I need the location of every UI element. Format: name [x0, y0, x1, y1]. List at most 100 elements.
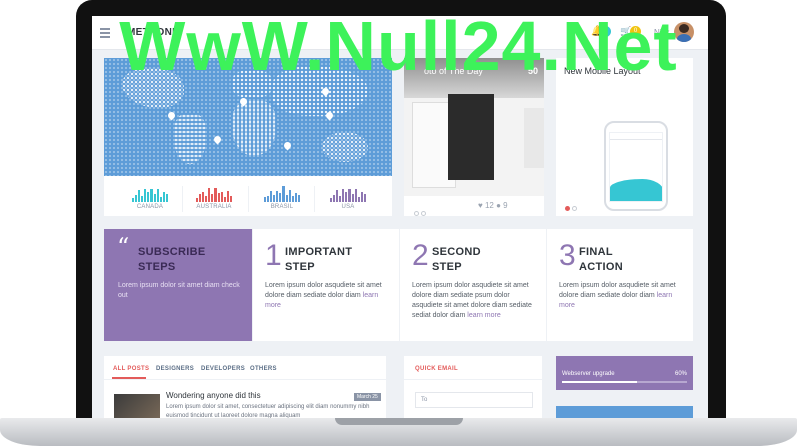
step-text: Lorem ipsum dolor asqudiete sit amet dol… — [412, 281, 538, 321]
sparkline-bar — [141, 196, 144, 202]
sparkline-bar — [135, 194, 138, 202]
sparkline-bar — [285, 194, 288, 202]
email-to-field[interactable]: To — [415, 392, 533, 408]
quote-icon: “ — [117, 233, 130, 261]
step-text: Lorem ipsum dolor asqudiete sit amet dol… — [265, 281, 391, 311]
sparkline — [264, 186, 300, 202]
sparkline-bar — [270, 191, 273, 202]
map-pin-icon[interactable] — [282, 140, 293, 151]
map-pin-icon[interactable] — [212, 134, 223, 145]
app-logo[interactable]: METRONIC — [127, 27, 183, 38]
avatar[interactable] — [674, 22, 694, 42]
map-pin-icon[interactable] — [166, 110, 177, 121]
sparkline-bar — [202, 192, 205, 202]
upgrade-percent: 60% — [674, 371, 687, 377]
region-stat-brasil: BRASIL — [258, 186, 306, 216]
step-number: 3 — [559, 239, 576, 272]
sparkline-bar — [217, 193, 220, 202]
dashboard-screen: METRONIC 🔔 7 🛒 0 Nick CANADA AUSTRALIA B… — [92, 16, 708, 418]
mini-chart — [610, 179, 662, 201]
tab-all-posts[interactable]: ALL POSTS — [113, 366, 149, 372]
subscribe-title-line2: STEPS — [138, 261, 176, 273]
upgrade-progress-track — [562, 381, 687, 383]
subscribe-text: Lorem ipsum dolor sit amet diam check ou… — [118, 282, 240, 299]
sparkline-bar — [333, 194, 336, 202]
phone-screen — [609, 132, 663, 202]
australia-land — [322, 132, 368, 162]
sparkline-bar — [342, 189, 345, 202]
step-title-line1: IMPORTANT — [285, 246, 353, 258]
sparkline-bar — [273, 195, 276, 202]
mobile-layout-card: New Mobile Layout — [556, 58, 693, 216]
sparkline-bar — [264, 197, 267, 202]
sparkline-bar — [345, 192, 348, 202]
post-excerpt: Lorem ipsum dolor sit amet, consectetuer… — [166, 404, 370, 418]
sparkline-bar — [279, 193, 282, 202]
carousel-dots[interactable] — [414, 203, 428, 216]
divider — [182, 186, 183, 212]
upgrade-progress-fill — [562, 381, 637, 383]
sparkline-bar — [363, 194, 366, 202]
learn-more-link[interactable]: learn more — [467, 312, 500, 319]
sparkline-bar — [330, 198, 333, 202]
step-1: 1 IMPORTANT STEP Lorem ipsum dolor asqud… — [252, 229, 398, 341]
step-number: 2 — [412, 239, 429, 272]
sparkline-bar — [288, 190, 291, 202]
likes-count: 12 — [484, 201, 494, 210]
sparkline-bar — [138, 190, 141, 202]
sparkline-bar — [214, 187, 217, 202]
step-title: FINAL ACTION — [579, 245, 623, 275]
photo-of-the-day-card: oto of The Day 50 ♥ 12 ● 9 — [404, 58, 544, 216]
cart-badge: 0 — [630, 26, 641, 37]
region-label: BRASIL — [270, 204, 294, 210]
photo-title: oto of The Day — [424, 66, 483, 76]
quick-email-title: QUICK EMAIL — [415, 366, 458, 372]
sparkline-bar — [211, 194, 214, 202]
tabs-border — [104, 379, 386, 380]
europe-land — [232, 70, 272, 98]
sparkline-bar — [162, 192, 165, 202]
region-label: USA — [341, 204, 355, 210]
sparkline-bar — [276, 190, 279, 202]
phone-mockup — [604, 121, 668, 211]
sparkline-bar — [336, 190, 339, 202]
sparkline-bar — [196, 197, 199, 202]
step-number: 1 — [265, 239, 282, 272]
menu-toggle-icon[interactable] — [100, 28, 110, 40]
sparkline-bar — [132, 198, 135, 202]
black-bag-image — [448, 94, 494, 180]
tab-others[interactable]: OTHERS — [250, 366, 277, 372]
divider — [314, 186, 315, 212]
user-name[interactable]: Nick — [654, 28, 670, 37]
mini-header — [610, 133, 662, 140]
region-stat-canada: CANADA — [126, 186, 174, 216]
step-title-line1: FINAL — [579, 246, 613, 258]
step-title-line1: SECOND — [432, 246, 481, 258]
world-map[interactable] — [104, 58, 392, 176]
sparkline-bar — [282, 186, 285, 202]
sparkline-bar — [297, 194, 300, 202]
sparkline-bar — [348, 189, 351, 202]
sparkline-bar — [199, 194, 202, 202]
sparkline — [132, 186, 168, 202]
region-stat-usa: USA — [324, 186, 372, 216]
region-label: AUSTRALIA — [196, 204, 232, 210]
tab-designers[interactable]: DESIGNERS — [156, 366, 194, 372]
post-thumbnail[interactable] — [114, 394, 160, 418]
sparkline-bar — [294, 193, 297, 202]
tab-developers[interactable]: DEVELOPERS — [201, 366, 245, 372]
post-title[interactable]: Wondering anyone did this — [166, 391, 261, 400]
photo-footer: ♥ 12 ● 9 — [404, 196, 544, 216]
region-stat-australia: AUSTRALIA — [190, 186, 238, 216]
sparkline-bar — [208, 188, 211, 202]
divider — [248, 186, 249, 212]
sparkline-bar — [147, 192, 150, 202]
step-text: Lorem ipsum dolor asqudiete sit amet dol… — [559, 281, 685, 311]
poster-image — [524, 108, 544, 168]
laptop-notch — [335, 418, 463, 425]
carousel-dots[interactable] — [565, 198, 579, 216]
africa-land — [232, 100, 276, 156]
sparkline-bar — [229, 195, 232, 202]
sparkline — [330, 186, 366, 202]
comments-count: 9 — [503, 201, 508, 210]
